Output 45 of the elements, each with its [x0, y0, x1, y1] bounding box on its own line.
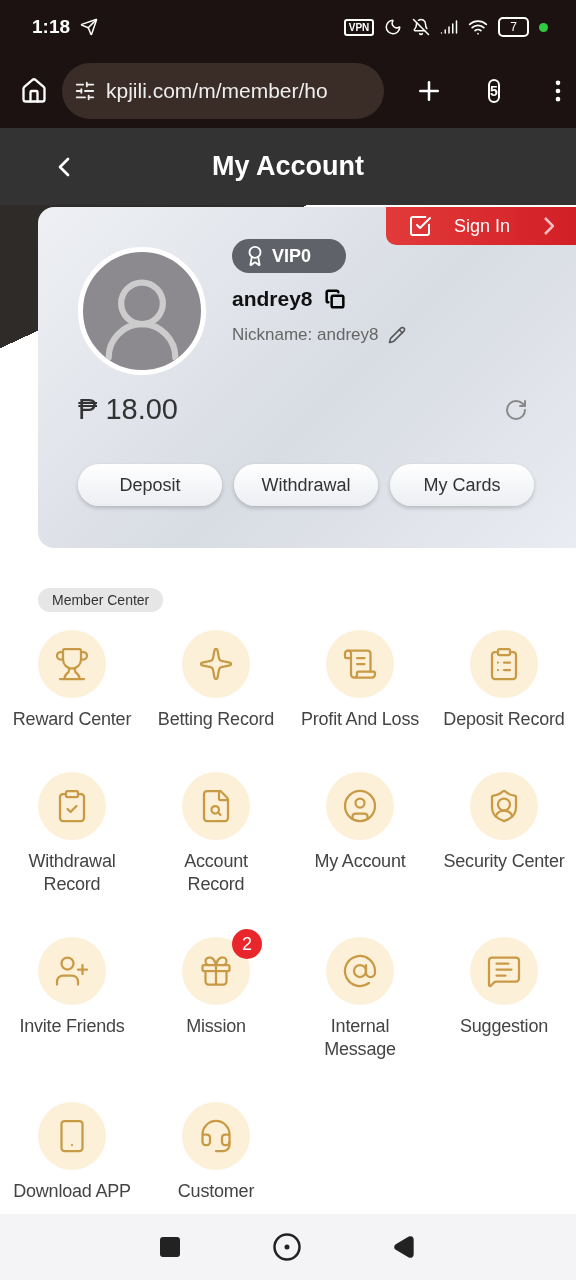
- status-time: 1:18: [32, 16, 71, 38]
- status-dot: [539, 22, 548, 32]
- menu-item-label[interactable]: Withdrawal Record: [17, 850, 127, 896]
- vip-badge: VIP0: [232, 239, 346, 273]
- menu-item-label[interactable]: Deposit Record: [443, 708, 565, 731]
- menu-item-label[interactable]: Customer: [177, 1180, 255, 1203]
- url-text: kpjili.com/m/member/ho: [106, 79, 328, 103]
- menu-item-label[interactable]: Internal Message: [305, 1015, 415, 1061]
- refresh-icon[interactable]: [504, 397, 528, 422]
- signal-icon: [440, 18, 459, 36]
- menu-item-label[interactable]: Betting Record: [157, 708, 275, 731]
- menu-item-label[interactable]: My Account: [314, 850, 406, 873]
- nickname: Nickname: andrey8: [232, 325, 379, 345]
- menu-item-label[interactable]: Security Center: [443, 850, 565, 873]
- chevron-icon: [544, 217, 555, 235]
- menu-item-label[interactable]: Profit And Loss: [300, 708, 420, 731]
- menu-item-label[interactable]: Download APP: [13, 1180, 131, 1203]
- page-title: My Account: [211, 151, 365, 182]
- url-field[interactable]: kpjili.com/m/member/ho: [62, 63, 384, 119]
- balance: ₱ 18.00: [78, 393, 178, 426]
- menu-item-label[interactable]: Account Record: [161, 850, 271, 896]
- recents-icon[interactable]: [158, 1235, 182, 1259]
- check-icon: [408, 214, 432, 238]
- home-icon[interactable]: [20, 77, 48, 105]
- moon-icon: [384, 18, 403, 36]
- tab-count-button[interactable]: 5: [488, 79, 500, 103]
- action-button[interactable]: Deposit: [78, 464, 222, 506]
- menu-item-label[interactable]: Suggestion: [459, 1015, 549, 1038]
- sign-in-button[interactable]: Sign In: [386, 207, 576, 245]
- username: andrey8: [232, 287, 313, 311]
- edit-icon[interactable]: [388, 326, 407, 344]
- action-button[interactable]: My Cards: [390, 464, 534, 506]
- copy-icon[interactable]: [324, 289, 345, 309]
- site-settings-icon[interactable]: [74, 80, 96, 102]
- bell-off-icon: [412, 18, 431, 36]
- home-button-icon[interactable]: [272, 1232, 302, 1262]
- wifi-icon: [468, 17, 489, 37]
- menu-item-label[interactable]: Reward Center: [12, 708, 132, 731]
- action-button[interactable]: Withdrawal: [234, 464, 378, 506]
- section-label: Member Center: [38, 588, 164, 612]
- vpn-indicator: VPN: [343, 18, 375, 36]
- menu-item-label[interactable]: Mission: [186, 1015, 246, 1038]
- notification-badge: 2: [232, 929, 262, 959]
- menu-item-label[interactable]: Invite Friends: [19, 1015, 125, 1038]
- battery-indicator: 7: [498, 17, 529, 37]
